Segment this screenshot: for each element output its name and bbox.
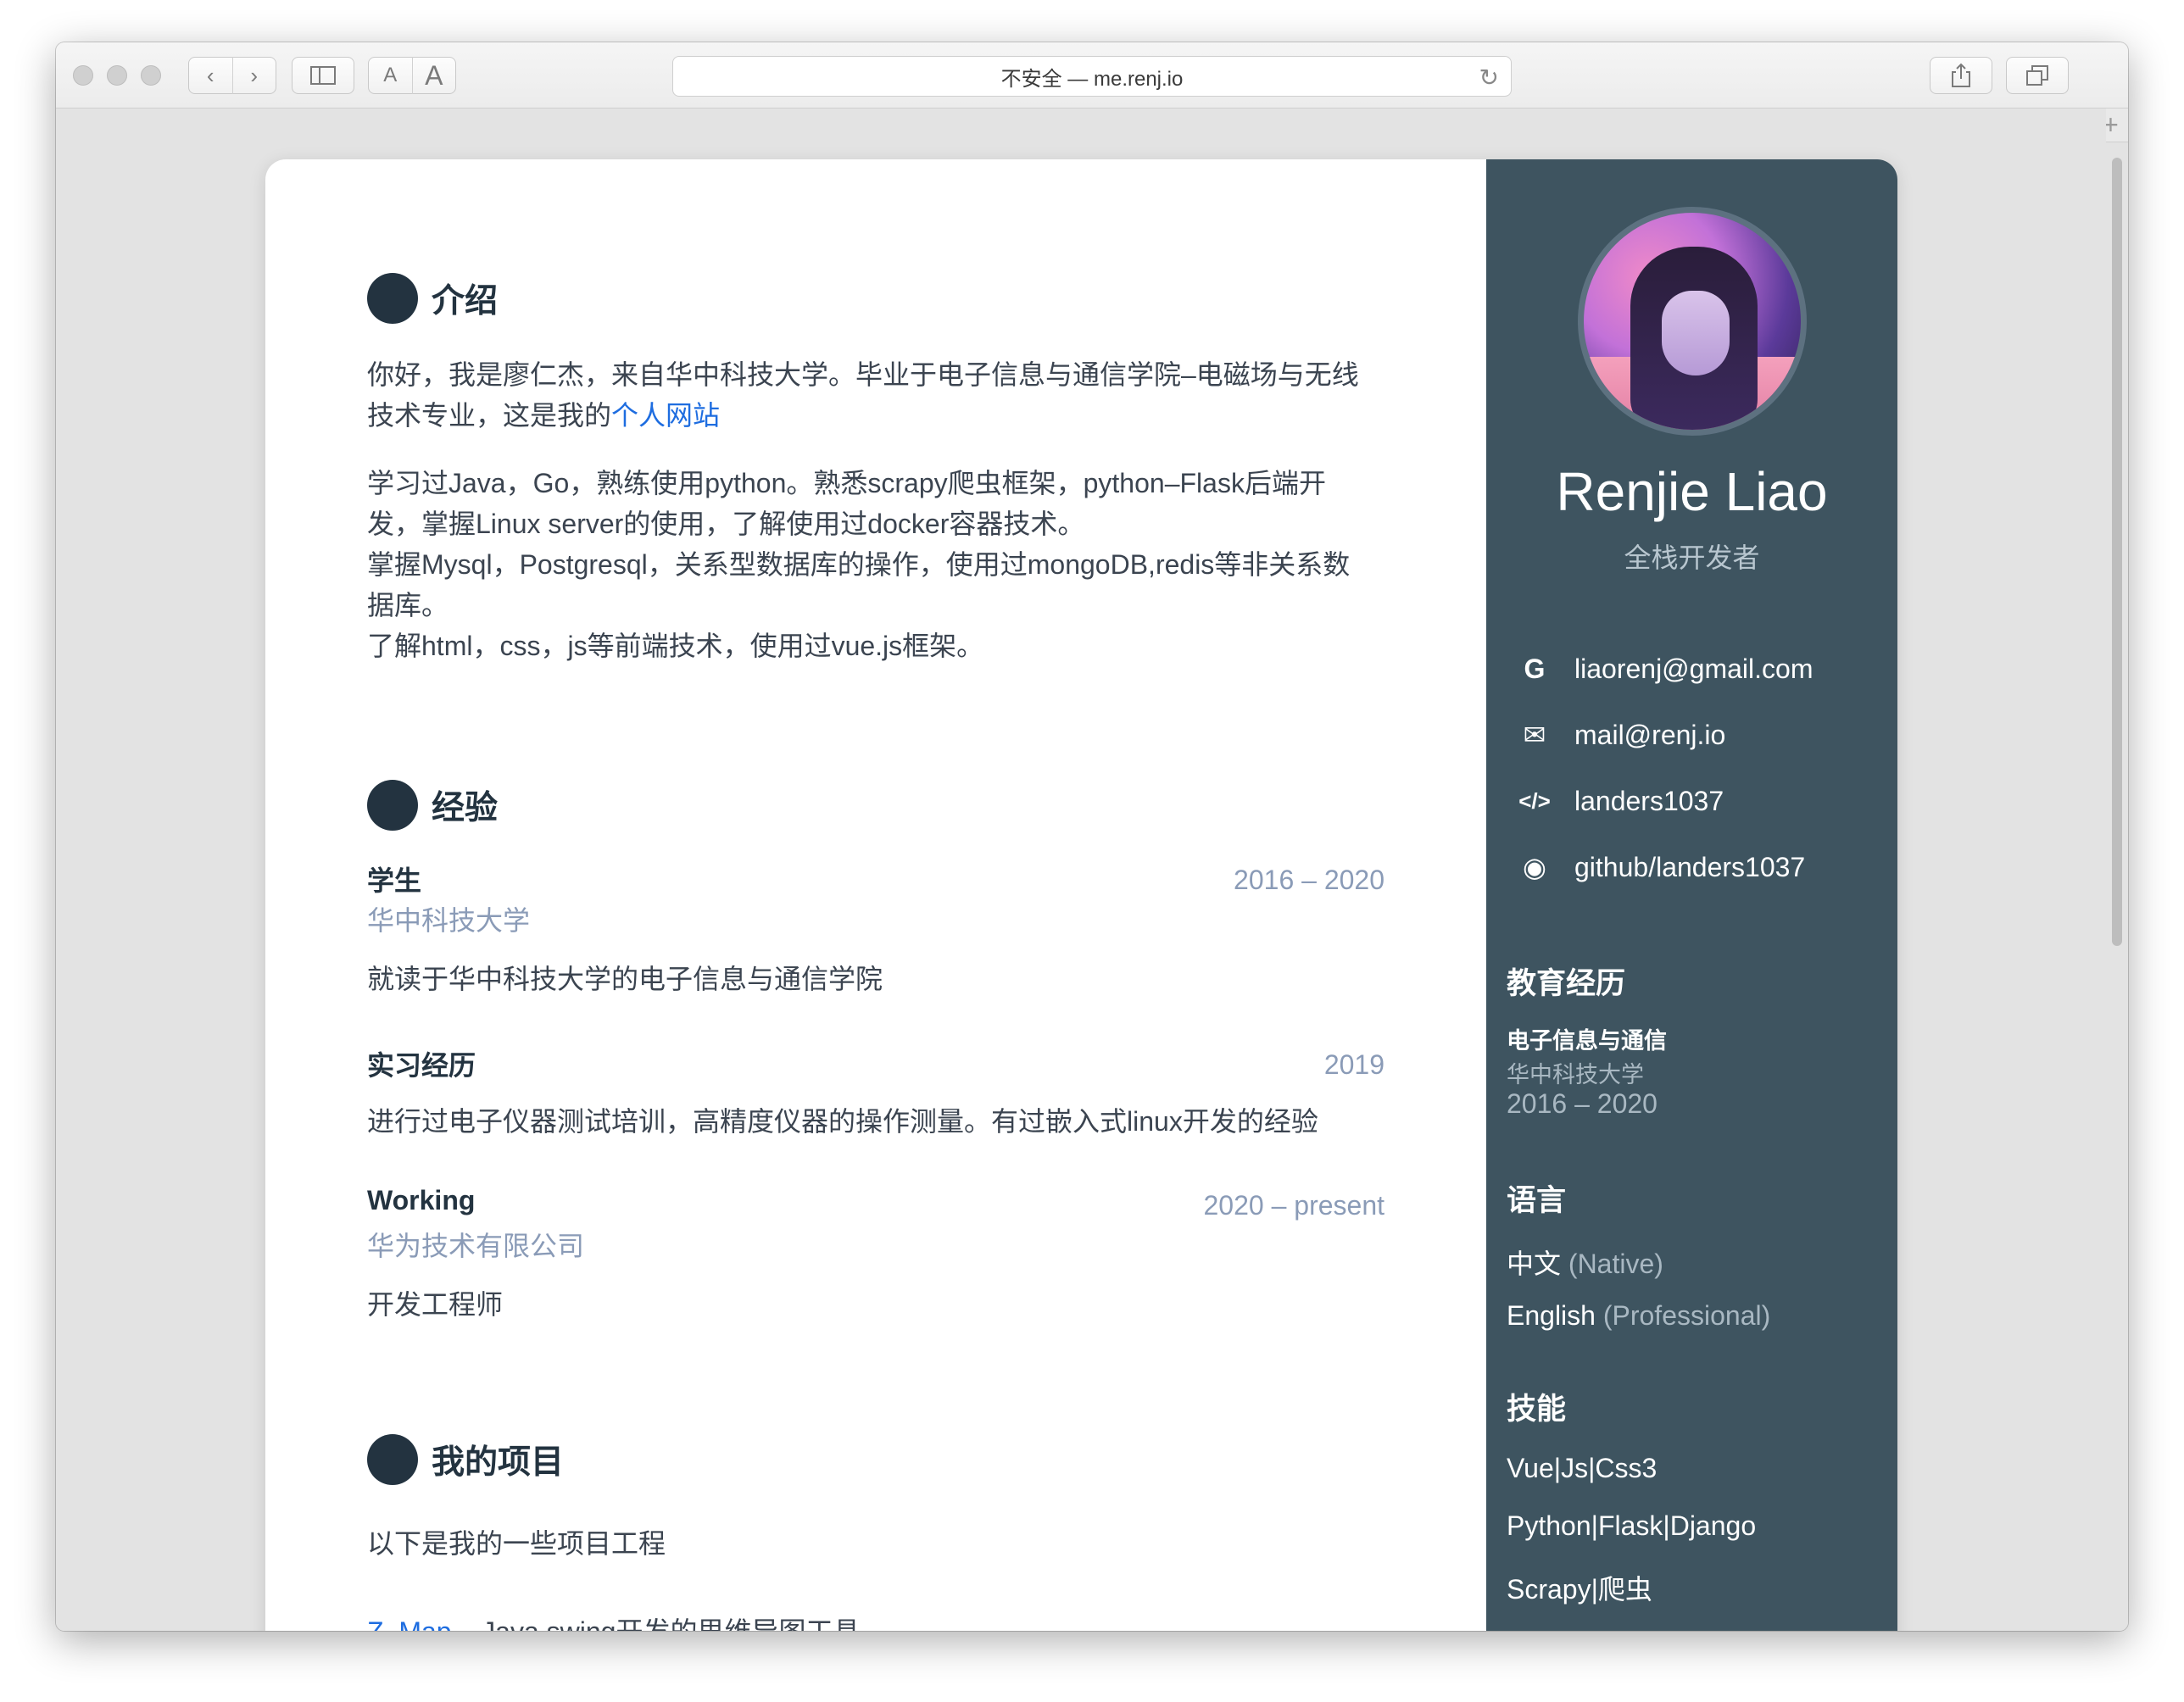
section-dot-icon (367, 780, 418, 831)
zoom-window-button[interactable] (141, 65, 161, 86)
languages-title: 语言 (1507, 1184, 1567, 1217)
projects-intro: 以下是我的一些项目工程 (367, 1528, 666, 1559)
profile-name: Renjie Liao (1556, 461, 1828, 522)
job-date: 2020 – present (1203, 1190, 1385, 1221)
job-description: 就读于华中科技大学的电子信息与通信学院 (367, 964, 883, 994)
minimize-window-button[interactable] (107, 65, 127, 86)
address-text: 不安全 — me.renj.io (1000, 67, 1184, 91)
language-item: English (Professional) (1507, 1300, 1770, 1332)
contact-text: mail@renj.io (1574, 719, 1726, 750)
db-text: 掌握Mysql，Postgresql，关系型数据库的操作，使用过mongoDB,… (367, 549, 1351, 620)
text-size-buttons: A A (368, 57, 456, 94)
google-icon: G (1524, 653, 1546, 684)
resume-main: 介绍 你好，我是廖仁杰，来自华中科技大学。毕业于电子信息与通信学院–电磁场与无线… (265, 159, 1486, 1631)
experience-heading: 经验 (367, 780, 498, 831)
job-title: 学生 (367, 865, 422, 896)
share-button[interactable] (1930, 57, 1992, 94)
job-date: 2019 (1323, 1049, 1384, 1080)
job-title: Working (367, 1185, 476, 1215)
intro-paragraph-2: 学习过Java，Go，熟练使用python。熟悉scrapy爬虫框架，pytho… (367, 463, 1368, 666)
contact-text: github/landers1037 (1574, 851, 1806, 882)
avatar (1578, 207, 1807, 436)
skills-text: 学习过Java，Go，熟练使用python。熟悉scrapy爬虫框架，pytho… (367, 468, 1326, 539)
profile-role: 全栈开发者 (1624, 542, 1760, 573)
tabs-overview-button[interactable] (2006, 57, 2069, 94)
forward-arrow-icon[interactable]: › (233, 57, 276, 94)
sidebar-toggle-button[interactable] (292, 57, 354, 94)
code-icon: </> (1518, 787, 1551, 814)
job-description: 进行过电子仪器测试培训，高精度仪器的操作测量。有过嵌入式linux开发的经验 (367, 1106, 1318, 1137)
job-org: 华为技术有限公司 (367, 1231, 585, 1261)
job-date: 2016 – 2020 (1234, 865, 1384, 895)
resume-sidebar: Renjie Liao 全栈开发者 G liaorenj@gmail.com ✉… (1486, 159, 1897, 1631)
envelope-icon: ✉ (1523, 720, 1546, 750)
intro-text: 你好，我是廖仁杰，来自华中科技大学。毕业于电子信息与通信学院–电磁场与无线技术专… (367, 359, 1359, 431)
page-viewport: 介绍 你好，我是廖仁杰，来自华中科技大学。毕业于电子信息与通信学院–电磁场与无线… (56, 108, 2106, 1631)
contact-google[interactable]: G liaorenj@gmail.com (1515, 649, 1814, 688)
skills-title: 技能 (1507, 1393, 1567, 1426)
browser-toolbar: ‹ › A A 不安全 — me.renj.io ↻ (56, 42, 2128, 108)
skill-item: Scrapy|爬虫 (1507, 1574, 1652, 1605)
text-smaller-button[interactable]: A (369, 57, 412, 94)
address-bar[interactable]: 不安全 — me.renj.io ↻ (672, 56, 1512, 97)
language-name: 中文 (1507, 1249, 1562, 1279)
contact-text: liaorenj@gmail.com (1574, 653, 1814, 684)
contact-code[interactable]: </> landers1037 (1515, 781, 1724, 820)
resume-card: 介绍 你好，我是廖仁杰，来自华中科技大学。毕业于电子信息与通信学院–电磁场与无线… (265, 159, 1897, 1631)
skill-item: Vue|Js|Css3 (1507, 1453, 1658, 1483)
share-icon (1952, 63, 1970, 87)
contact-github[interactable]: ◉ github/landers1037 (1515, 848, 1805, 887)
project-link[interactable]: Z–Map (367, 1616, 452, 1631)
education-title: 教育经历 (1507, 967, 1626, 1000)
skill-item: Python|Flask|Django (1507, 1510, 1757, 1541)
back-arrow-icon[interactable]: ‹ (189, 57, 232, 94)
intro-paragraph-1: 你好，我是廖仁杰，来自华中科技大学。毕业于电子信息与通信学院–电磁场与无线技术专… (367, 354, 1368, 436)
job-title: 实习经历 (367, 1050, 476, 1081)
contact-email[interactable]: ✉ mail@renj.io (1515, 715, 1726, 754)
frontend-text: 了解html，css，js等前端技术，使用过vue.js框架。 (367, 631, 984, 661)
job-description: 开发工程师 (367, 1289, 504, 1320)
project-description: – Java swing开发的思维导图工具 (452, 1616, 860, 1631)
sidebar-icon (310, 66, 336, 85)
close-window-button[interactable] (73, 65, 93, 86)
education-degree: 电子信息与通信 (1507, 1028, 1667, 1054)
project-item: Z–Map – Java swing开发的思维导图工具 (367, 1610, 860, 1631)
personal-site-link[interactable]: 个人网站 (611, 400, 720, 431)
section-title: 我的项目 (432, 1444, 565, 1481)
section-title: 经验 (432, 790, 499, 826)
education-school: 华中科技大学 (1507, 1062, 1644, 1087)
section-dot-icon (367, 273, 418, 324)
section-title: 介绍 (432, 283, 499, 320)
language-name: English (1507, 1300, 1596, 1331)
job-org: 华中科技大学 (367, 905, 531, 936)
intro-heading: 介绍 (367, 273, 498, 324)
language-level: (Native) (1568, 1249, 1663, 1279)
nav-buttons: ‹ › (188, 57, 276, 94)
text-larger-button[interactable]: A (413, 57, 456, 94)
projects-heading: 我的项目 (367, 1434, 564, 1485)
education-years: 2016 – 2020 (1507, 1088, 1658, 1119)
browser-window: ‹ › A A 不安全 — me.renj.io ↻ + 介绍 你好，我是廖仁杰… (56, 42, 2128, 1631)
tabs-icon (2026, 65, 2048, 86)
reload-icon[interactable]: ↻ (1479, 64, 1499, 92)
github-icon: ◉ (1523, 852, 1546, 882)
language-level: (Professional) (1602, 1300, 1771, 1331)
language-item: 中文 (Native) (1507, 1243, 1663, 1282)
contact-text: landers1037 (1574, 785, 1724, 816)
scrollbar-thumb[interactable] (2112, 158, 2122, 946)
section-dot-icon (367, 1434, 418, 1485)
